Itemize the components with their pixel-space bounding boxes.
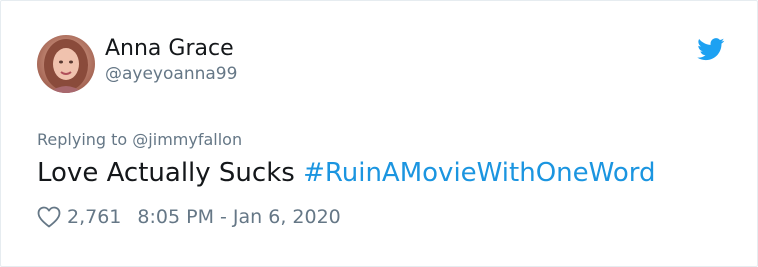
avatar[interactable]	[37, 35, 95, 93]
reply-mention-link[interactable]: @jimmyfallon	[132, 130, 242, 149]
tweet-text: Love Actually Sucks #RuinAMovieWithOneWo…	[37, 156, 655, 190]
timestamp[interactable]: 8:05 PM - Jan 6, 2020	[137, 204, 340, 230]
replying-prefix: Replying to	[37, 130, 133, 149]
heart-outline-icon[interactable]	[37, 206, 61, 228]
author-handle[interactable]: @ayeyoanna99	[105, 63, 237, 85]
author-name[interactable]: Anna Grace	[105, 35, 234, 63]
like-count[interactable]: 2,761	[67, 204, 121, 230]
twitter-bird-icon[interactable]	[697, 38, 725, 61]
tweet-card: Anna Grace @ayeyoanna99 Replying to @jim…	[0, 0, 758, 267]
avatar-photo	[37, 35, 95, 93]
tweet-meta: 2,761 8:05 PM - Jan 6, 2020	[37, 204, 341, 230]
tweet-body: Love Actually Sucks	[37, 158, 304, 188]
hashtag-link[interactable]: #RuinAMovieWithOneWord	[303, 158, 655, 188]
replying-to: Replying to @jimmyfallon	[37, 129, 242, 151]
